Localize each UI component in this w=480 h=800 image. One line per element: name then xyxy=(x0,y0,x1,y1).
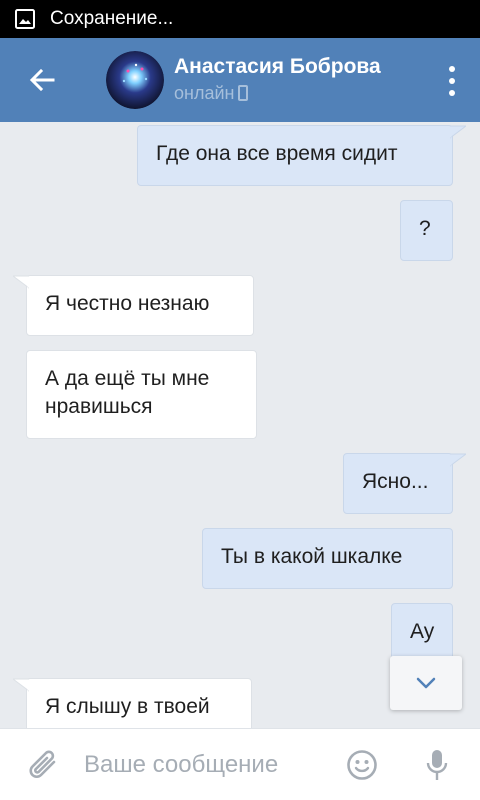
message-composer xyxy=(0,728,480,800)
message-text: Я слышу в твоей xyxy=(45,695,210,718)
paperclip-icon xyxy=(29,750,56,778)
microphone-icon xyxy=(426,749,448,780)
avatar[interactable] xyxy=(106,51,164,109)
message-text: Где она все время сидит xyxy=(156,142,398,165)
arrow-left-icon xyxy=(29,68,55,92)
dot-icon xyxy=(449,78,455,84)
smiley-icon xyxy=(347,749,377,780)
status-label: онлайн xyxy=(174,83,235,103)
message-text: Ты в какой шкалке xyxy=(221,545,403,568)
chat-header: Анастасия Боброва онлайн xyxy=(0,38,480,122)
message-input[interactable] xyxy=(84,750,320,779)
bubble-tail xyxy=(450,453,466,467)
bubble-tail xyxy=(450,125,466,139)
bubble-tail xyxy=(13,275,29,289)
back-button[interactable] xyxy=(22,60,62,100)
status-bar: Сохранение... xyxy=(0,0,480,38)
message-text: Ясно... xyxy=(362,470,429,493)
attach-button[interactable] xyxy=(24,745,64,785)
contact-name[interactable]: Анастасия Боброва xyxy=(174,54,381,80)
message-outgoing[interactable]: Ау xyxy=(391,603,453,664)
contact-status: онлайн xyxy=(174,80,381,106)
message-outgoing[interactable]: Ясно... xyxy=(343,453,466,514)
message-text: А да ещё ты мне нравишься xyxy=(45,367,210,418)
chevron-down-icon xyxy=(416,677,436,689)
message-text: Ау xyxy=(410,620,435,643)
status-text: Сохранение... xyxy=(50,8,174,29)
message-incoming[interactable]: Я слышу в твоей xyxy=(13,678,252,728)
bubble-tail xyxy=(13,678,29,692)
message-outgoing[interactable]: Где она все время сидит xyxy=(137,125,466,186)
message-list[interactable]: Где она все время сидит ? Я честно незна… xyxy=(0,122,480,728)
dot-icon xyxy=(449,66,455,72)
phone-icon xyxy=(238,85,249,101)
message-text: Я честно незнаю xyxy=(45,292,210,315)
avatar-image xyxy=(106,51,164,109)
emoji-button[interactable] xyxy=(344,747,380,783)
scroll-down-button[interactable] xyxy=(390,656,462,710)
message-incoming[interactable]: Я честно незнаю xyxy=(13,275,254,336)
dot-icon xyxy=(449,90,455,96)
microphone-button[interactable] xyxy=(422,745,452,785)
message-incoming[interactable]: А да ещё ты мне нравишься xyxy=(26,350,257,439)
image-icon xyxy=(15,9,35,29)
message-outgoing[interactable]: ? xyxy=(400,200,453,261)
more-menu-button[interactable] xyxy=(446,66,458,96)
message-outgoing[interactable]: Ты в какой шкалке xyxy=(202,528,453,589)
message-text: ? xyxy=(419,217,431,240)
